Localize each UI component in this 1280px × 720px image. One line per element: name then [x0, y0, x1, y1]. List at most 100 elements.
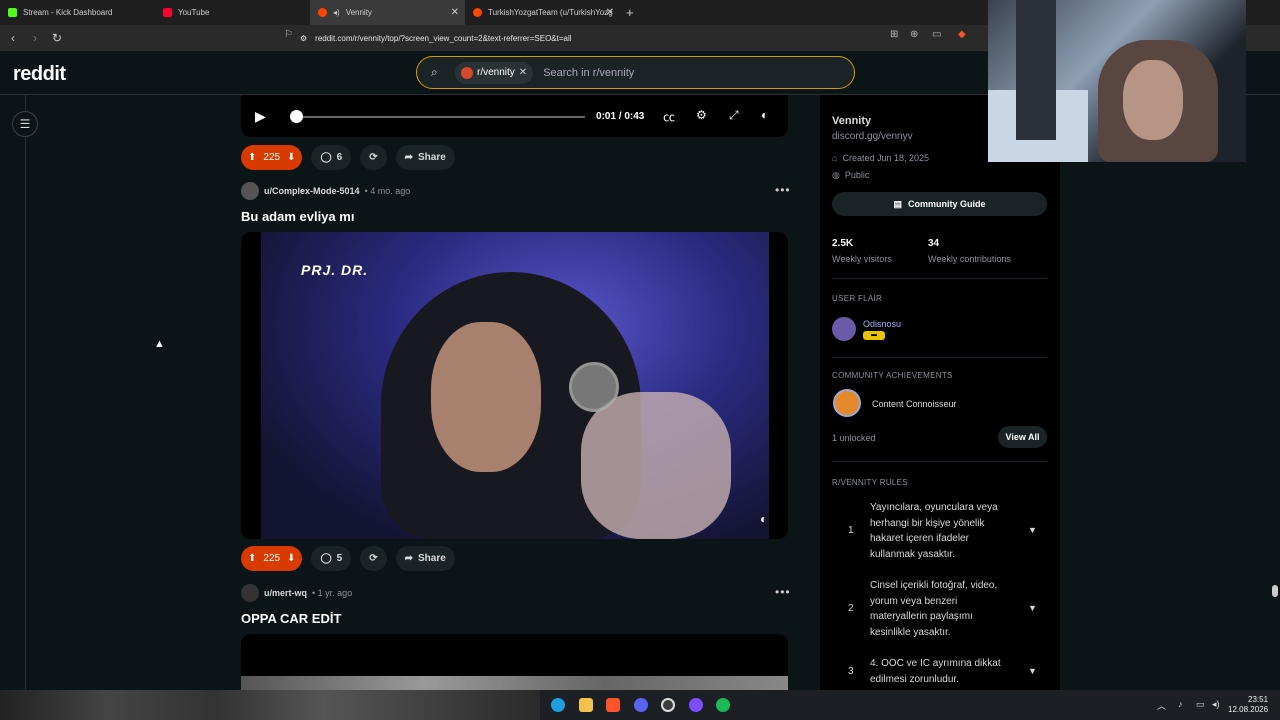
downvote-icon[interactable]: ⬇ [287, 152, 295, 163]
upvote-icon[interactable]: ⬆ [248, 152, 256, 163]
upvote-icon[interactable]: ⬆ [248, 553, 256, 564]
share-icon: ➦ [404, 152, 414, 163]
community-name: Vennity [832, 115, 872, 127]
close-icon[interactable]: ✕ [451, 7, 459, 18]
comment-icon: ◯ [320, 553, 332, 564]
rule-item[interactable]: 2 Cinsel içerikli fotoğraf, video, yorum… [832, 578, 1047, 640]
system-clock[interactable]: 23:51 12.08.2026 [1228, 695, 1268, 715]
crosspost-button[interactable]: ⟳ [360, 546, 387, 571]
translate-icon[interactable]: ⊞ [890, 29, 898, 40]
more-options-icon[interactable]: ••• [775, 183, 791, 197]
hand-shape [581, 392, 731, 539]
crosspost-button[interactable]: ⟳ [360, 145, 387, 170]
reddit-logo[interactable]: reddit [13, 63, 66, 86]
video-scrubber[interactable] [296, 116, 585, 118]
brave-shield-icon[interactable]: ◆ [958, 29, 966, 40]
forward-icon[interactable]: › [26, 31, 44, 45]
discord-icon[interactable] [634, 698, 648, 712]
network-icon[interactable]: ▭ [1196, 699, 1205, 710]
rule-number: 2 [848, 603, 854, 614]
speaker-icon: ◂) [333, 8, 340, 17]
divider [832, 461, 1047, 462]
rule-number: 3 [848, 666, 854, 677]
downvote-icon[interactable]: ⬇ [287, 553, 295, 564]
reddit-icon [473, 8, 482, 17]
avatar[interactable] [832, 317, 856, 341]
url-field[interactable]: ⚙ reddit.com/r/vennity/top/?screen_view_… [300, 29, 980, 47]
subreddit-chip[interactable]: r/vennity ✕ [455, 61, 534, 84]
post-author[interactable]: u/Complex-Mode-5014 [264, 186, 360, 196]
folder-icon[interactable] [579, 698, 593, 712]
close-icon[interactable]: ✕ [519, 67, 527, 78]
visibility: ◍ Public [832, 170, 870, 180]
tab-youtube[interactable]: YouTube [155, 0, 310, 25]
chevron-up-icon[interactable]: ︿ [1157, 699, 1166, 712]
back-icon[interactable]: ‹ [4, 31, 22, 45]
divider [832, 357, 1047, 358]
avatar[interactable] [241, 584, 259, 602]
tab-kick[interactable]: Stream - Kick Dashboard [0, 0, 155, 25]
scrollbar-thumb[interactable] [1272, 585, 1278, 597]
vote-button[interactable]: ⬆ 225 ⬇ [241, 145, 303, 170]
search-input[interactable]: Search in r/vennity [543, 67, 634, 79]
achievement-name[interactable]: Content Connoisseur [872, 399, 957, 409]
close-icon[interactable]: ✕ [606, 7, 614, 18]
comments-button[interactable]: ◯ 5 [311, 546, 352, 571]
zoom-icon[interactable]: ⊕ [910, 29, 918, 40]
crosspost-icon: ⟳ [369, 553, 378, 564]
site-info-icon[interactable]: ⚙ [300, 34, 307, 43]
more-options-icon[interactable]: ••• [775, 585, 791, 599]
view-all-button[interactable]: View All [998, 426, 1047, 448]
rule-item[interactable]: 1 Yayıncılara, oyunculara veya herhangi … [832, 500, 1047, 562]
chevron-down-icon[interactable]: ▼ [1028, 523, 1037, 539]
menu-icon[interactable]: ☰ [12, 111, 38, 137]
post-actions: ⬆ 225 ⬇ ◯ 6 ⟳ ➦ Share [241, 145, 455, 170]
tab-turkishyozgat[interactable]: TurkishYozgatTeam (u/TurkishYozgat ✕ [465, 0, 620, 25]
microphone-icon[interactable]: ♪ [1178, 699, 1183, 709]
achievement-icon [833, 389, 861, 417]
share-button[interactable]: ➦ Share [395, 145, 455, 170]
settings-icon[interactable]: ⚙ [696, 108, 707, 122]
captions-icon[interactable]: ㏄ [663, 108, 675, 125]
scrubber-handle[interactable] [290, 110, 303, 123]
volume-icon[interactable]: ◐ [760, 512, 767, 526]
new-tab-button[interactable]: + [626, 5, 634, 20]
bookmark-icon[interactable]: ⚐ [284, 29, 293, 40]
reddit-icon [318, 8, 327, 17]
community-guide-button[interactable]: ▤ Community Guide [832, 192, 1047, 216]
volume-icon[interactable]: ◐ [761, 108, 768, 122]
comments-button[interactable]: ◯ 6 [311, 145, 352, 170]
fullscreen-icon[interactable]: ⤢ [729, 108, 739, 123]
edge-icon[interactable] [551, 698, 565, 712]
spotify-icon[interactable] [716, 698, 730, 712]
flair-username[interactable]: Odisnosu [863, 319, 901, 329]
divider [832, 278, 1047, 279]
chevron-down-icon[interactable]: ▼ [1028, 664, 1037, 680]
rule-item[interactable]: 3 4. OOC ve IC ayrımına dikkat edilmesi … [832, 656, 1047, 688]
post-video[interactable]: PRJ. DR. ◐ [241, 232, 788, 539]
speaker-icon[interactable]: ◂) [1212, 699, 1220, 710]
unlocked-count: 1 unlocked [832, 433, 876, 443]
video-time: 0:01 / 0:43 [596, 111, 645, 122]
community-link[interactable]: discord.gg/vennyv [832, 131, 913, 142]
post-video[interactable] [241, 634, 788, 690]
vote-button[interactable]: ⬆ 225 ⬇ [241, 546, 303, 571]
app-icon[interactable] [689, 698, 703, 712]
chevron-down-icon[interactable]: ▼ [1028, 601, 1037, 617]
reload-icon[interactable]: ↻ [48, 31, 66, 45]
share-button[interactable]: ➦ Share [395, 546, 455, 571]
video-player[interactable]: ▶ 0:01 / 0:43 ㏄ ⚙ ⤢ ◐ [241, 95, 788, 137]
post-title[interactable]: Bu adam evliya mı [241, 209, 354, 224]
obs-icon[interactable] [661, 698, 675, 712]
weekly-visitors-value: 2.5K [832, 238, 854, 249]
cast-icon[interactable]: ▭ [932, 29, 941, 40]
page-scrollbar[interactable] [1270, 95, 1280, 690]
brave-icon[interactable] [606, 698, 620, 712]
tab-vennity[interactable]: ◂) Vennity ✕ [310, 0, 465, 25]
post-author[interactable]: u/mert-wq [264, 588, 307, 598]
search-bar[interactable]: ⌕ r/vennity ✕ Search in r/vennity [416, 56, 855, 89]
play-icon[interactable]: ▶ [255, 108, 266, 125]
taskbar-background [0, 690, 540, 720]
avatar[interactable] [241, 182, 259, 200]
post-title[interactable]: OPPA CAR EDİT [241, 611, 341, 626]
